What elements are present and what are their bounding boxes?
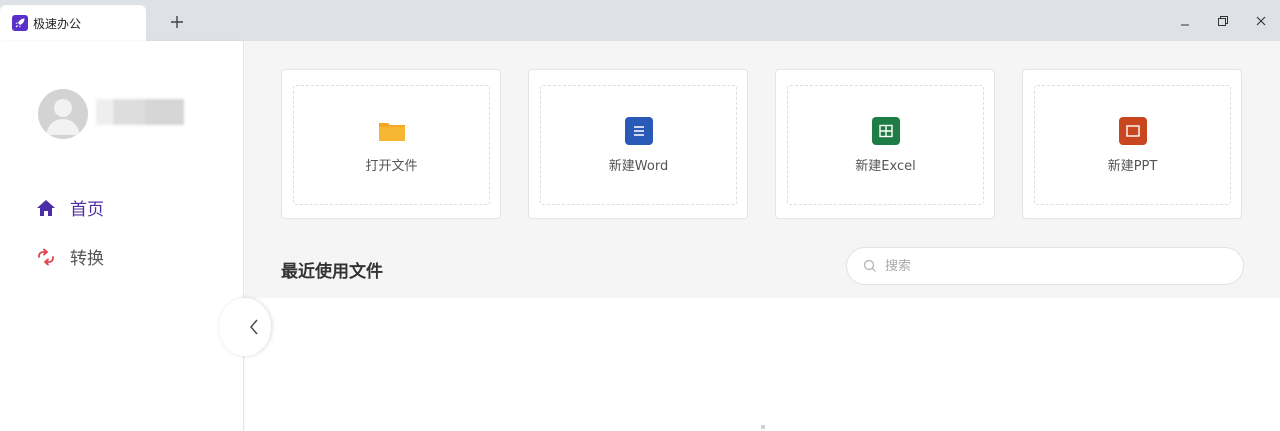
- card-label: 新建PPT: [1107, 158, 1158, 174]
- user-avatar-icon: [46, 99, 80, 135]
- word-doc-icon: [624, 116, 653, 145]
- sidebar-item-convert[interactable]: 转换: [36, 244, 104, 269]
- new-word-card[interactable]: 新建Word: [528, 69, 748, 219]
- new-ppt-card[interactable]: 新建PPT: [1022, 69, 1242, 219]
- close-icon: [1256, 16, 1266, 26]
- open-file-card[interactable]: 打开文件: [281, 69, 501, 219]
- title-bar: 极速办公: [0, 0, 1280, 41]
- convert-icon: [38, 248, 54, 265]
- tab-title: 极速办公: [33, 16, 82, 31]
- card-inner: 新建Excel: [787, 85, 984, 205]
- minimize-icon: [1181, 24, 1189, 26]
- main-quick-actions: 打开文件 新建Word 新建Excel 新建PPT 最近使用文件 搜索: [245, 41, 1280, 298]
- app-tab[interactable]: 极速办公: [0, 5, 146, 41]
- search-icon: [863, 259, 876, 272]
- card-label: 打开文件: [365, 158, 418, 174]
- sidebar-item-label: 转换: [70, 249, 104, 269]
- card-label: 新建Excel: [855, 158, 916, 174]
- card-label: 新建Word: [608, 158, 669, 174]
- avatar[interactable]: [38, 89, 88, 139]
- collapse-sidebar-button[interactable]: [219, 298, 271, 356]
- search-input[interactable]: [885, 258, 1225, 274]
- card-inner: 打开文件: [293, 85, 490, 205]
- new-tab-button[interactable]: [166, 11, 188, 33]
- sidebar-item-home[interactable]: 首页: [36, 195, 104, 220]
- chevron-left-icon: [250, 319, 258, 335]
- loading-indicator: [761, 425, 765, 429]
- recent-files-title: 最近使用文件: [281, 262, 383, 282]
- recent-files-list: [245, 298, 1280, 431]
- plus-icon: [171, 16, 183, 28]
- new-excel-card[interactable]: 新建Excel: [775, 69, 995, 219]
- folder-icon: [378, 117, 406, 145]
- close-button[interactable]: [1253, 13, 1269, 29]
- rocket-logo-icon: [12, 15, 28, 31]
- ppt-slide-icon: [1118, 116, 1147, 145]
- sidebar-item-label: 首页: [70, 200, 104, 220]
- sidebar: 首页 转换: [0, 41, 244, 431]
- search-box[interactable]: [846, 247, 1244, 285]
- username-redacted: [96, 99, 184, 125]
- home-icon: [37, 199, 55, 216]
- excel-sheet-icon: [871, 116, 900, 145]
- minimize-button[interactable]: [1177, 13, 1193, 29]
- restore-button[interactable]: [1215, 13, 1231, 29]
- restore-icon: [1218, 16, 1228, 26]
- card-inner: 新建PPT: [1034, 85, 1231, 205]
- card-inner: 新建Word: [540, 85, 737, 205]
